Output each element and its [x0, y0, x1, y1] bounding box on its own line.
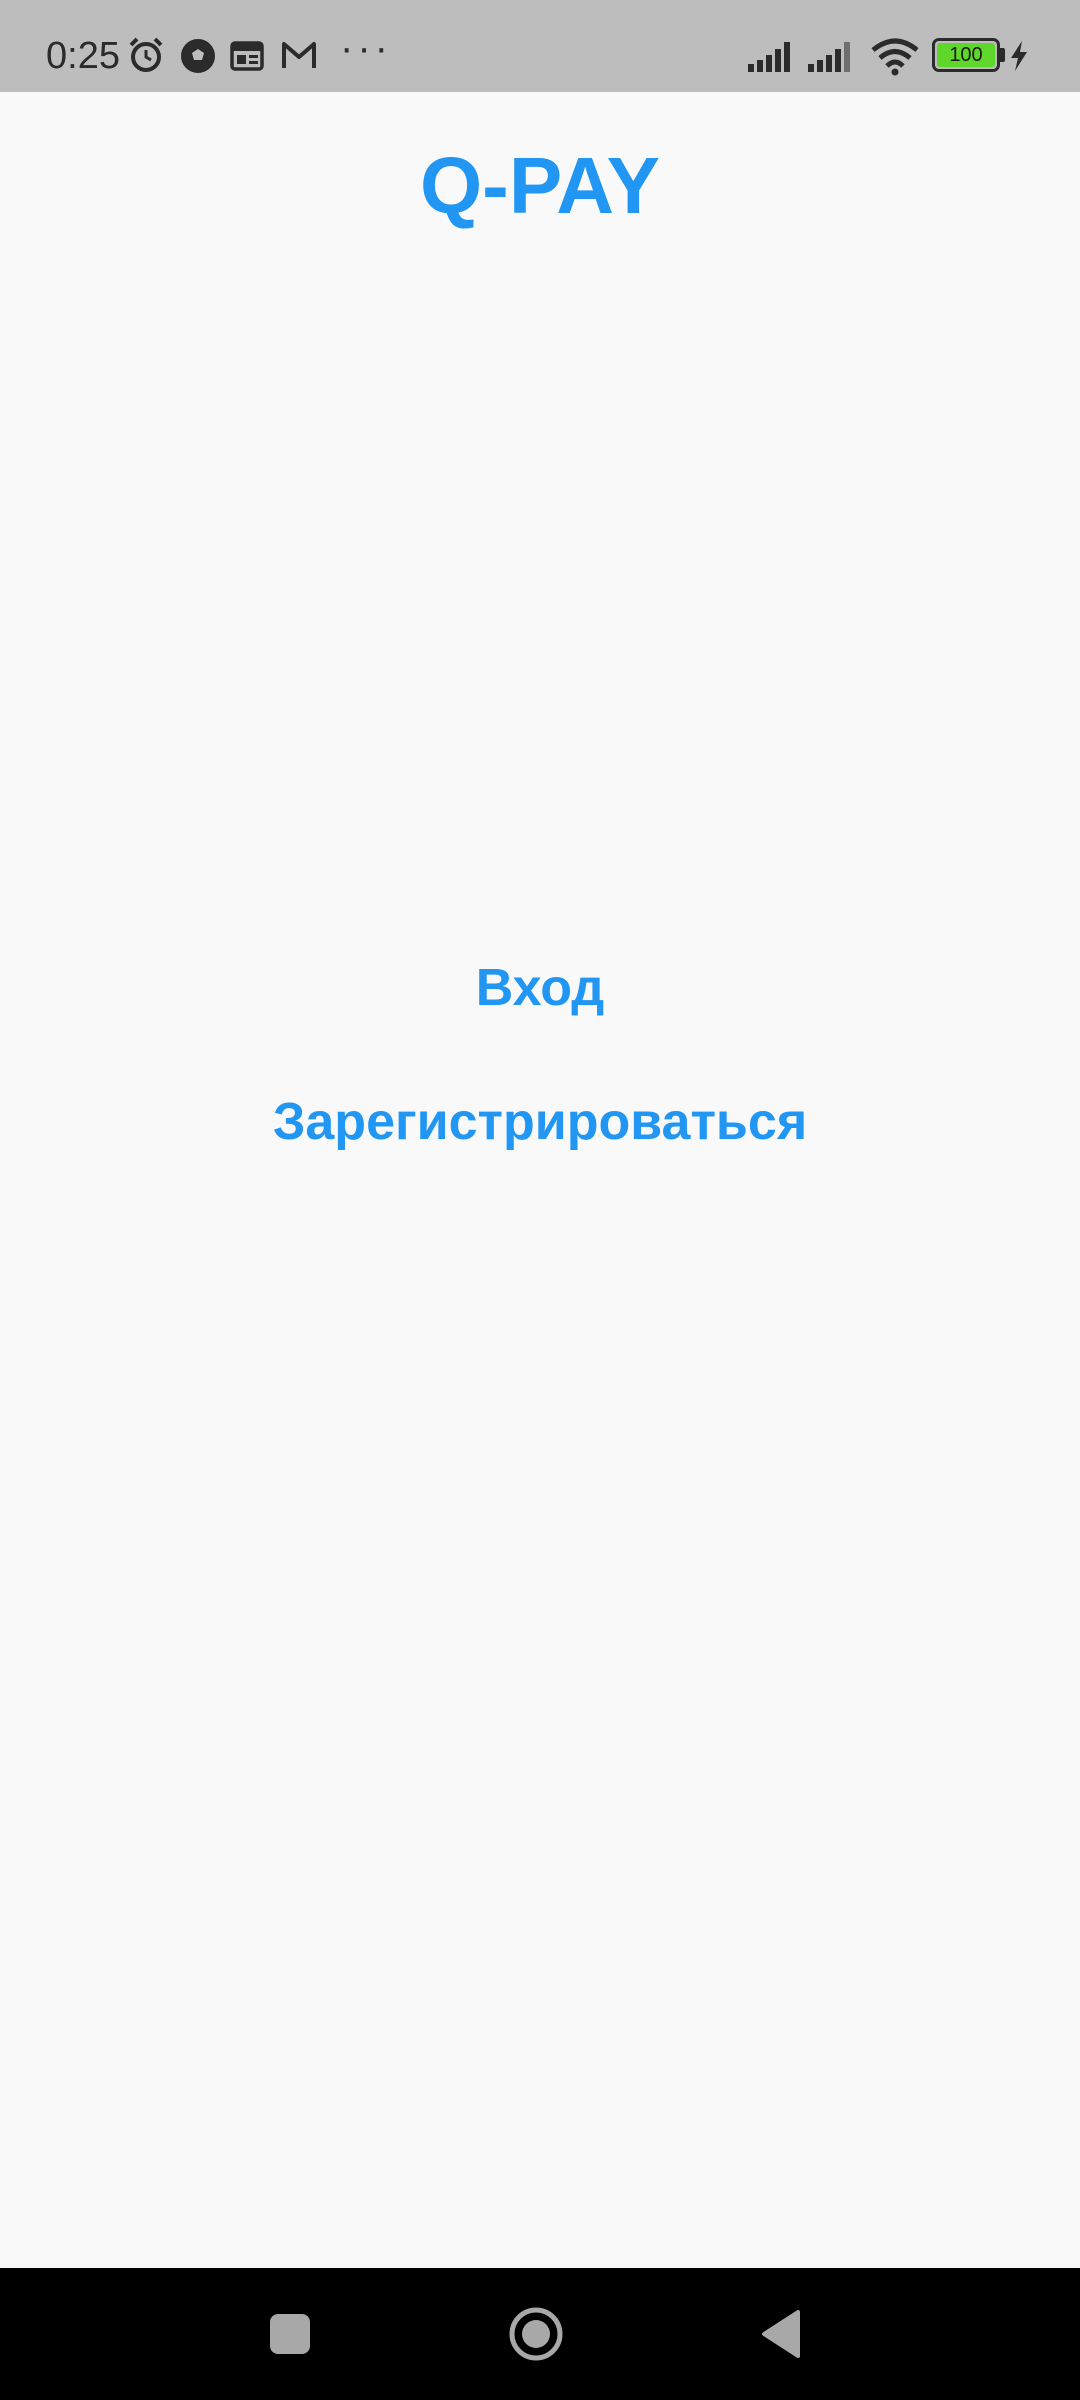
back-button[interactable] — [712, 2268, 852, 2400]
status-time: 0:25 — [46, 35, 120, 77]
wifi-icon — [871, 38, 919, 76]
status-bar: 0:25 ··· 100 — [0, 0, 1080, 92]
home-icon — [509, 2307, 563, 2361]
battery-tip — [1000, 48, 1005, 62]
battery-level: 100 — [949, 44, 983, 66]
app-title: Q-PAY — [419, 141, 661, 230]
soccer-ball-icon — [181, 39, 215, 73]
alarm-icon — [129, 37, 163, 72]
signal-icon — [808, 42, 850, 72]
back-icon — [762, 2310, 800, 2358]
charging-icon — [1011, 41, 1027, 71]
navigation-bar — [0, 2268, 1080, 2400]
recent-apps-button[interactable] — [220, 2268, 360, 2400]
home-button[interactable] — [466, 2268, 606, 2400]
register-button[interactable]: Зарегистрироваться — [0, 1090, 1080, 1154]
gmail-icon — [282, 42, 316, 68]
news-icon — [230, 41, 264, 71]
login-button[interactable]: Вход — [0, 956, 1080, 1020]
battery-icon: 100 — [932, 38, 1000, 72]
recent-apps-icon — [270, 2314, 310, 2354]
screen: 0:25 ··· 100 Q-PAY Вход Зарегистрировать… — [0, 0, 1080, 2400]
more-dots-icon: ··· — [340, 26, 392, 70]
signal-icon — [748, 42, 790, 72]
